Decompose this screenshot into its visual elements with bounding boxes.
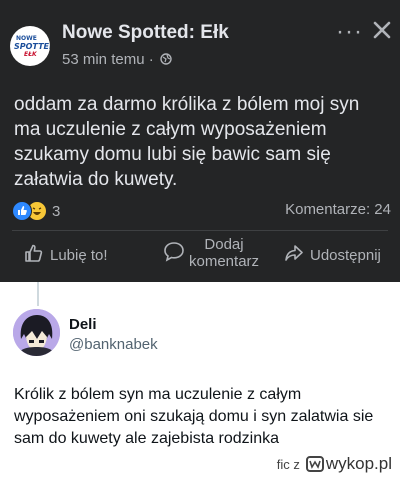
comment-label-line2: komentarz	[189, 253, 260, 270]
comment-icon	[163, 240, 185, 266]
thumbs-up-icon	[24, 243, 44, 267]
page-logo-mid: SPOTTED	[14, 42, 50, 51]
comment-label-line1: Dodaj	[204, 236, 244, 253]
page-avatar[interactable]: NOWE SPOTTED EŁK	[10, 26, 50, 66]
post-time[interactable]: 53 min temu ·	[62, 51, 172, 69]
page-logo-bottom: EŁK	[24, 51, 37, 58]
like-reaction-icon	[12, 201, 32, 221]
share-button[interactable]: Udostępnij	[284, 243, 381, 267]
watermark-site: wykop.pl	[325, 454, 392, 473]
facebook-post: NOWE SPOTTED EŁK Nowe Spotted: Ełk 53 mi…	[0, 0, 400, 282]
divider	[12, 230, 388, 231]
post-text: oddam za darmo królika z bólem moj syn m…	[14, 94, 360, 190]
share-icon	[284, 243, 304, 267]
like-button[interactable]: Lubię to!	[24, 243, 108, 267]
tweet-text: Królik z bólem syn ma uczulenie z całym …	[14, 386, 374, 447]
reactions-summary[interactable]: 3	[12, 201, 60, 221]
tweet: Deli @banknabek Królik z bólem syn ma uc…	[0, 282, 400, 481]
author-name[interactable]: Deli	[69, 316, 97, 333]
wykop-logo-icon	[305, 456, 324, 472]
comment-button[interactable]: Dodaj komentarz	[163, 236, 259, 270]
thread-line	[37, 282, 39, 306]
reaction-count: 3	[52, 202, 61, 220]
watermark-prefix: fic z	[276, 456, 300, 472]
like-label: Lubię to!	[50, 246, 108, 264]
watermark: fic z wykop.pl	[277, 454, 392, 474]
close-icon[interactable]	[372, 20, 392, 40]
page-logo-top: NOWE	[16, 35, 37, 42]
avatar[interactable]	[13, 309, 60, 356]
more-options-icon[interactable]: ···	[336, 18, 363, 46]
globe-icon	[160, 52, 172, 69]
comments-count[interactable]: Komentarze: 24	[285, 201, 391, 218]
post-time-text: 53 min temu ·	[62, 51, 154, 68]
author-handle[interactable]: @banknabek	[69, 336, 158, 353]
page-name[interactable]: Nowe Spotted: Ełk	[62, 22, 229, 44]
share-label: Udostępnij	[310, 246, 381, 264]
